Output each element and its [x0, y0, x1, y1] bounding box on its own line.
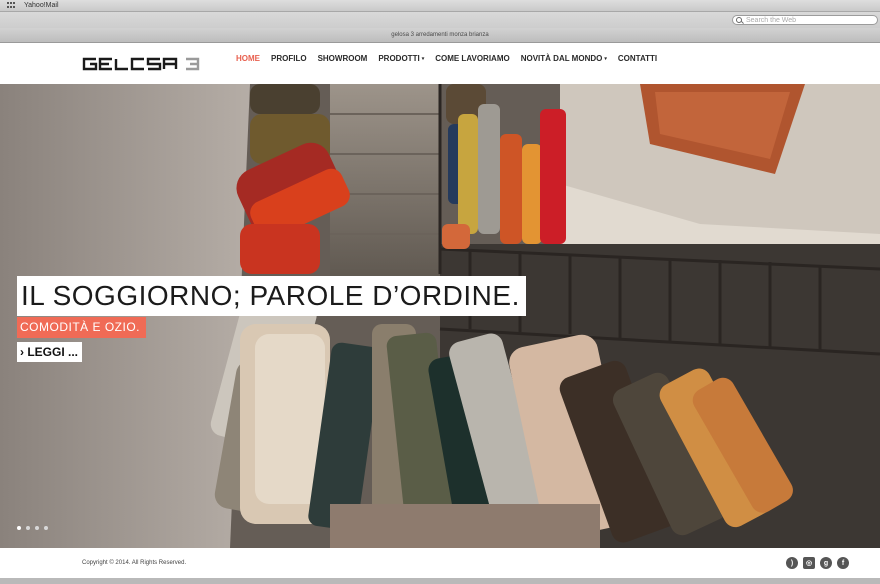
facebook-icon[interactable]: f: [837, 557, 849, 569]
web-search-input[interactable]: Search the Web: [732, 15, 878, 25]
slide-dot-2[interactable]: [26, 526, 30, 530]
nav-prodotti[interactable]: PRODOTTI ▾: [378, 54, 424, 64]
nav-contatti[interactable]: CONTATTI: [618, 54, 657, 64]
slide-dot-4[interactable]: [44, 526, 48, 530]
site-footer: Copyright © 2014. All Rights Reserved. )…: [0, 548, 880, 578]
slide-dot-1[interactable]: [17, 526, 21, 530]
nav-profilo[interactable]: PROFILO: [271, 54, 307, 64]
hero-image-fabric-rolls: [0, 84, 880, 548]
nav-showroom[interactable]: SHOWROOM: [318, 54, 368, 64]
site-header: HOME PROFILO SHOWROOM PRODOTTI ▾ COME LAV…: [0, 43, 880, 84]
browser-toolbar: Search the Web: [0, 12, 880, 28]
apps-grid-icon[interactable]: [7, 2, 15, 9]
googleplus-icon[interactable]: g: [820, 557, 832, 569]
search-icon: [736, 17, 742, 23]
instagram-icon[interactable]: ◎: [803, 557, 815, 569]
search-placeholder: Search the Web: [746, 16, 797, 24]
nav-home[interactable]: HOME: [236, 54, 260, 64]
hero-slider: IL SOGGIORNO; PAROLE D’ORDINE. COMODITÀ …: [0, 84, 880, 548]
hero-headline: IL SOGGIORNO; PAROLE D’ORDINE.: [17, 276, 526, 316]
slide-dot-3[interactable]: [35, 526, 39, 530]
slider-pagination: [17, 526, 48, 530]
rss-icon[interactable]: ): [786, 557, 798, 569]
social-links: ) ◎ g f: [786, 557, 849, 569]
site-logo[interactable]: [82, 57, 208, 71]
chevron-right-icon: ›: [20, 345, 24, 359]
hero-subheadline: COMODITÀ E OZIO.: [17, 317, 147, 338]
window-title: gelosa 3 arredamenti monza brianza: [0, 28, 880, 43]
copyright-text: Copyright © 2014. All Rights Reserved.: [82, 560, 187, 566]
window-bottom-edge: [0, 578, 880, 584]
nav-come-lavoriamo[interactable]: COME LAVORIAMO: [435, 54, 510, 64]
nav-novita-dal-mondo[interactable]: NOVITÀ DAL MONDO ▾: [521, 54, 607, 64]
bookmark-yahoo-mail[interactable]: Yahoo!Mail: [24, 2, 59, 9]
read-more-button[interactable]: › LEGGI ...: [17, 342, 83, 362]
bookmarks-bar: Yahoo!Mail: [0, 0, 880, 12]
main-nav: HOME PROFILO SHOWROOM PRODOTTI ▾ COME LAV…: [236, 54, 668, 64]
chevron-down-icon: ▾: [421, 56, 425, 62]
chevron-down-icon: ▾: [604, 56, 607, 62]
